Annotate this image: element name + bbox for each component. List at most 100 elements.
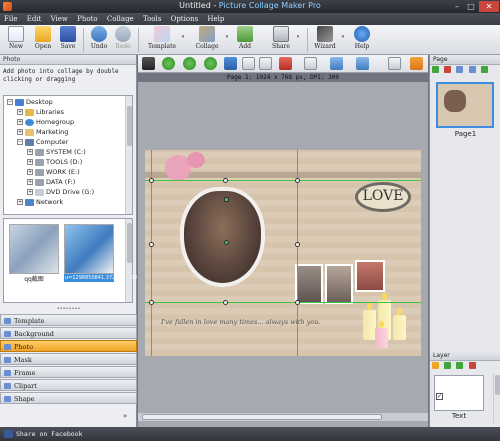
menu-edit[interactable]: Edit bbox=[23, 13, 45, 23]
menu-options[interactable]: Options bbox=[167, 13, 202, 23]
tab-mask[interactable]: Mask bbox=[0, 353, 137, 365]
scrollbar-thumb[interactable] bbox=[127, 223, 132, 263]
expand-icon[interactable]: + bbox=[17, 129, 23, 135]
love-badge[interactable]: LOVE bbox=[355, 182, 411, 212]
expand-icon[interactable]: + bbox=[17, 109, 23, 115]
resize-handle[interactable] bbox=[223, 300, 228, 305]
tree-node-desktop[interactable]: − Desktop bbox=[7, 98, 53, 108]
tab-frame[interactable]: Frame bbox=[0, 366, 137, 378]
collapse-icon[interactable]: − bbox=[7, 99, 13, 105]
collapse-icon[interactable]: − bbox=[17, 139, 23, 145]
template-button[interactable]: Template bbox=[145, 26, 179, 50]
share-dropdown-arrow[interactable]: ▾ bbox=[295, 33, 301, 40]
tab-clipart[interactable]: Clipart bbox=[0, 379, 137, 391]
resize-handle[interactable] bbox=[295, 178, 300, 183]
redo-button[interactable]: Redo bbox=[113, 26, 133, 50]
wizard-dropdown-arrow[interactable]: ▾ bbox=[340, 33, 346, 40]
panel-splitter[interactable]: •••••••• bbox=[0, 307, 137, 312]
move-up-icon[interactable] bbox=[183, 57, 196, 70]
maximize-button[interactable]: □ bbox=[464, 1, 478, 12]
crop-icon[interactable] bbox=[388, 57, 401, 70]
menu-help[interactable]: Help bbox=[203, 13, 227, 23]
resize-handle[interactable] bbox=[149, 242, 154, 247]
menu-collage[interactable]: Collage bbox=[103, 13, 137, 23]
resize-handle[interactable] bbox=[295, 300, 300, 305]
center-handle[interactable] bbox=[224, 240, 229, 245]
move-down-icon[interactable] bbox=[204, 57, 217, 70]
save-button[interactable]: Save bbox=[58, 26, 78, 50]
layer-up-icon[interactable] bbox=[444, 362, 452, 369]
layer-scrollbar[interactable] bbox=[493, 373, 500, 423]
layer-down-icon[interactable] bbox=[456, 362, 464, 369]
photo-thumbnail[interactable]: qq截图 bbox=[9, 224, 59, 289]
scrollbar-thumb[interactable] bbox=[495, 375, 500, 395]
move-page-down-icon[interactable] bbox=[468, 66, 476, 73]
tree-node-marketing[interactable]: + Marketing bbox=[17, 128, 68, 138]
delete-icon[interactable] bbox=[279, 57, 292, 70]
menu-file[interactable]: File bbox=[0, 13, 20, 23]
expand-icon[interactable]: + bbox=[27, 159, 33, 165]
pink-bird-decoration[interactable] bbox=[187, 152, 205, 168]
layer-visibility-checkbox[interactable]: ✓ bbox=[436, 393, 443, 400]
candle-decoration[interactable] bbox=[393, 308, 406, 340]
resize-handle[interactable] bbox=[149, 300, 154, 305]
strip-photo[interactable] bbox=[325, 264, 353, 304]
candle-decoration[interactable] bbox=[375, 321, 388, 348]
distribute-icon[interactable] bbox=[330, 57, 343, 70]
tab-shape[interactable]: Shape bbox=[0, 392, 137, 404]
tree-node-drive-g[interactable]: + DVD Drive (G:) bbox=[27, 188, 94, 198]
resize-handle[interactable] bbox=[149, 178, 154, 183]
strip-photo[interactable] bbox=[355, 260, 385, 292]
menu-view[interactable]: View bbox=[47, 13, 71, 23]
folder-tree[interactable]: − Desktop + Libraries + Homegroup + Marketin… bbox=[3, 95, 133, 215]
copy-icon[interactable] bbox=[242, 57, 255, 70]
delete-page-icon[interactable] bbox=[444, 66, 452, 73]
tree-node-drive-c[interactable]: + SYSTEM (C:) bbox=[27, 148, 86, 158]
share-button[interactable]: Share bbox=[268, 26, 294, 50]
thumbnails-scrollbar[interactable] bbox=[125, 219, 132, 302]
tree-node-drive-e[interactable]: + WORK (E:) bbox=[27, 168, 80, 178]
tree-node-drive-d[interactable]: + TOOLS (D:) bbox=[27, 158, 82, 168]
new-button[interactable]: New bbox=[6, 26, 26, 50]
more-tabs-chevron-icon[interactable]: » bbox=[123, 412, 127, 420]
resize-handle[interactable] bbox=[223, 178, 228, 183]
heart-photo-frame[interactable] bbox=[165, 175, 275, 295]
duplicate-icon[interactable] bbox=[259, 57, 272, 70]
tree-node-homegroup[interactable]: + Homegroup bbox=[17, 118, 74, 128]
scrollbar-thumb[interactable] bbox=[127, 106, 132, 146]
minimize-button[interactable]: – bbox=[450, 1, 464, 12]
delete-layer-icon[interactable] bbox=[468, 362, 476, 369]
expand-icon[interactable]: + bbox=[17, 119, 23, 125]
menu-tools[interactable]: Tools bbox=[139, 13, 164, 23]
rotate-handle[interactable] bbox=[224, 197, 229, 202]
expand-icon[interactable]: + bbox=[27, 179, 33, 185]
expand-icon[interactable]: + bbox=[17, 199, 23, 205]
align-icon[interactable] bbox=[304, 57, 317, 70]
collage-button[interactable]: Collage bbox=[191, 26, 223, 50]
tree-node-libraries[interactable]: + Libraries bbox=[17, 108, 64, 118]
help-button[interactable]: Help bbox=[352, 26, 372, 50]
photo-thumbnail-selected[interactable]: u=1298850841,3722167292&fm=21&gp=0.jpg bbox=[64, 224, 186, 289]
user-icon[interactable] bbox=[142, 57, 155, 70]
resize-handle[interactable] bbox=[295, 242, 300, 247]
open-button[interactable]: Open bbox=[32, 26, 54, 50]
close-button[interactable]: ✕ bbox=[479, 1, 499, 12]
lock-icon[interactable] bbox=[432, 362, 439, 369]
strip-photo[interactable] bbox=[295, 264, 323, 304]
wizard-button[interactable]: Wizard bbox=[312, 26, 338, 50]
undo-button[interactable]: Undo bbox=[88, 26, 110, 50]
collage-dropdown-arrow[interactable]: ▾ bbox=[224, 33, 230, 40]
page-settings-icon[interactable] bbox=[480, 66, 488, 73]
expand-icon[interactable]: + bbox=[27, 189, 33, 195]
page-thumbnail[interactable] bbox=[436, 82, 494, 128]
bring-front-icon[interactable] bbox=[224, 57, 237, 70]
effects-icon[interactable] bbox=[410, 57, 423, 70]
tree-scrollbar[interactable] bbox=[125, 96, 132, 214]
collage-canvas[interactable]: LOVE I've fallen in love many times... a… bbox=[145, 150, 421, 356]
tree-node-computer[interactable]: − Computer bbox=[17, 138, 68, 148]
share-on-facebook-link[interactable]: Share on Facebook bbox=[16, 430, 83, 438]
tab-template[interactable]: Template bbox=[0, 314, 137, 326]
rotate-left-icon[interactable] bbox=[162, 57, 175, 70]
scrollbar-thumb[interactable] bbox=[142, 414, 382, 420]
move-page-up-icon[interactable] bbox=[456, 66, 464, 73]
